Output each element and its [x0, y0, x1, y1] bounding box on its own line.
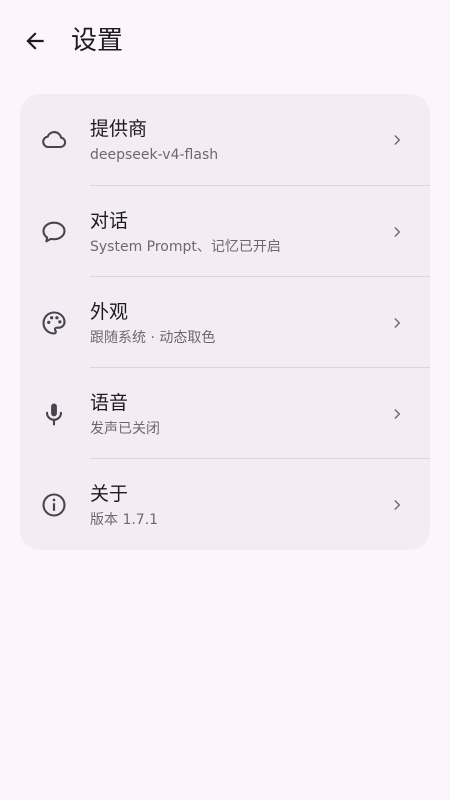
arrow-left-icon: [22, 28, 48, 54]
settings-item-subtitle: 发声已关闭: [90, 421, 160, 437]
settings-item-subtitle: deepseek-v4-flash: [90, 147, 219, 163]
settings-item-title: 对话: [90, 210, 129, 232]
settings-item-subtitle: System Prompt、记忆已开启: [90, 239, 281, 255]
settings-item-subtitle: 跟随系统 · 动态取色: [90, 330, 216, 346]
page-title: 设置: [71, 26, 124, 56]
settings-item-subtitle: 版本 1.7.1: [90, 512, 159, 528]
chat-bubble-icon: [40, 218, 68, 246]
palette-icon: [40, 309, 68, 337]
settings-item-title: 提供商: [90, 118, 148, 140]
chevron-right-icon: [388, 405, 406, 423]
chevron-right-icon: [388, 496, 406, 514]
back-button[interactable]: [18, 24, 52, 58]
settings-item-voice[interactable]: 语音 发声已关闭: [20, 368, 430, 459]
settings-item-title: 关于: [90, 483, 129, 505]
top-app-bar: 设置: [0, 0, 450, 84]
chevron-right-icon: [388, 223, 406, 241]
settings-item-appearance[interactable]: 外观 跟随系统 · 动态取色: [20, 277, 430, 368]
cloud-icon: [40, 126, 68, 154]
settings-item-conversation[interactable]: 对话 System Prompt、记忆已开启: [20, 186, 430, 277]
settings-item-about[interactable]: 关于 版本 1.7.1: [20, 459, 430, 550]
chevron-right-icon: [388, 314, 406, 332]
settings-item-provider[interactable]: 提供商 deepseek-v4-flash: [20, 94, 430, 185]
chevron-right-icon: [388, 131, 406, 149]
settings-item-title: 语音: [90, 392, 129, 414]
settings-card: 提供商 deepseek-v4-flash 对话 System Prompt、记…: [20, 94, 430, 550]
info-icon: [40, 491, 68, 519]
settings-item-title: 外观: [90, 301, 129, 323]
microphone-icon: [40, 400, 68, 428]
